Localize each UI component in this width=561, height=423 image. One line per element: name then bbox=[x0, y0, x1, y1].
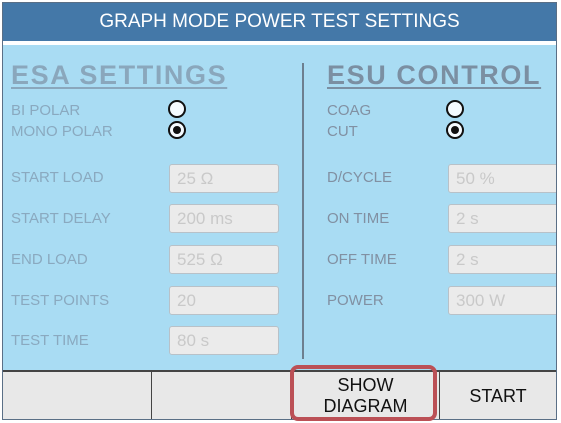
start-delay-label: START DELAY bbox=[11, 210, 111, 227]
duty-cycle-label: D/CYCLE bbox=[327, 169, 393, 186]
graph-mode-power-test-settings-screen: GRAPH MODE POWER TEST SETTINGS ESA SETTI… bbox=[0, 0, 561, 423]
show-diagram-highlight bbox=[290, 365, 437, 421]
end-load-field[interactable]: 525 Ω bbox=[169, 245, 279, 274]
duty-cycle-field[interactable]: 50 % bbox=[448, 164, 556, 193]
bi-polar-label: BI POLAR bbox=[11, 102, 81, 119]
start-load-label: START LOAD bbox=[11, 169, 104, 186]
mono-polar-radio[interactable] bbox=[168, 121, 186, 139]
off-time-field[interactable]: 2 s bbox=[448, 245, 556, 274]
bi-polar-radio[interactable] bbox=[168, 100, 186, 118]
header-divider bbox=[3, 41, 556, 45]
start-load-field[interactable]: 25 Ω bbox=[169, 164, 279, 193]
settings-panel: GRAPH MODE POWER TEST SETTINGS ESA SETTI… bbox=[2, 2, 557, 420]
on-time-field[interactable]: 2 s bbox=[448, 204, 556, 233]
start-button[interactable]: START bbox=[440, 372, 556, 419]
page-title: GRAPH MODE POWER TEST SETTINGS bbox=[3, 3, 556, 41]
mono-polar-label: MONO POLAR bbox=[11, 123, 113, 140]
start-delay-field[interactable]: 200 ms bbox=[169, 204, 279, 233]
esa-settings-title: ESA SETTINGS bbox=[11, 60, 228, 90]
softkey-2-button[interactable] bbox=[152, 372, 292, 419]
mono-polar-radio-dot bbox=[173, 126, 181, 134]
test-points-label: TEST POINTS bbox=[11, 292, 110, 309]
off-time-label: OFF TIME bbox=[327, 251, 397, 268]
softkey-1-button[interactable] bbox=[3, 372, 152, 419]
start-button-label: START bbox=[469, 386, 527, 406]
esu-control-title: ESU CONTROL bbox=[327, 60, 542, 90]
power-field[interactable]: 300 W bbox=[448, 286, 556, 315]
test-time-field[interactable]: 80 s bbox=[169, 326, 279, 355]
test-time-label: TEST TIME bbox=[11, 332, 89, 349]
end-load-label: END LOAD bbox=[11, 251, 88, 268]
column-divider bbox=[302, 63, 304, 359]
power-label: POWER bbox=[327, 292, 384, 309]
softkey-bar: SHOW DIAGRAM START bbox=[3, 370, 556, 419]
test-points-field[interactable]: 20 bbox=[169, 286, 279, 315]
coag-label: COAG bbox=[327, 102, 372, 119]
coag-radio[interactable] bbox=[446, 100, 464, 118]
cut-radio-dot bbox=[451, 126, 459, 134]
cut-label: CUT bbox=[327, 123, 358, 140]
cut-radio[interactable] bbox=[446, 121, 464, 139]
on-time-label: ON TIME bbox=[327, 210, 390, 227]
